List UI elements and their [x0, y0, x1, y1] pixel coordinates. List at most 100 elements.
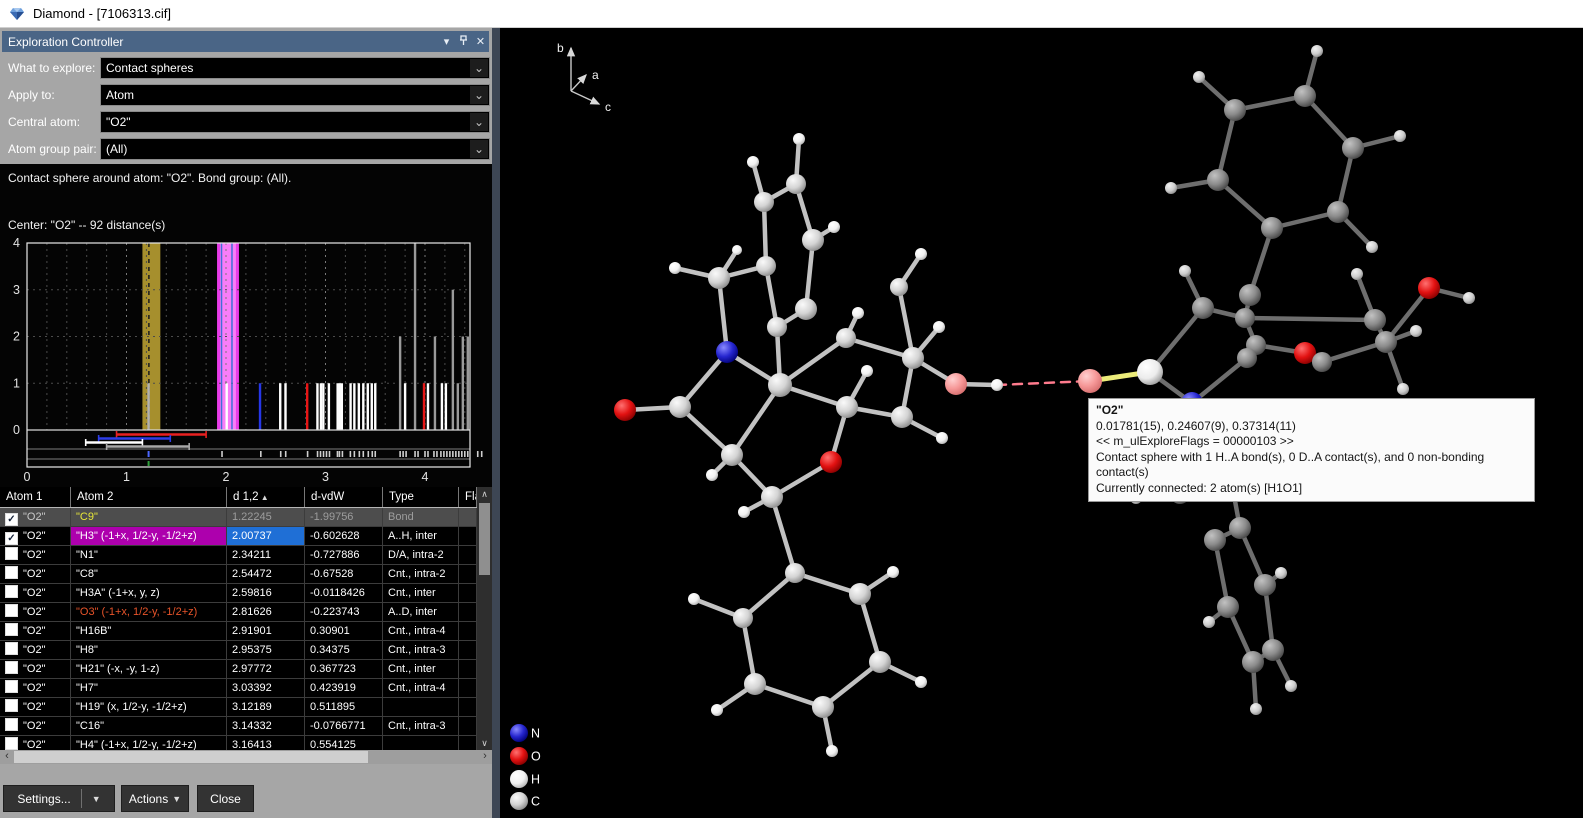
actions-button[interactable]: Actions ▼: [121, 785, 189, 812]
atom-h12: [991, 379, 1003, 391]
scroll-up-icon[interactable]: ∧: [477, 487, 492, 501]
atom-group-pair-select[interactable]: (All) ⌄: [100, 138, 490, 160]
row-checkbox[interactable]: [5, 642, 18, 655]
atom-h7: [738, 506, 750, 518]
scroll-left-icon[interactable]: ‹: [0, 750, 14, 764]
atom-b5: [1262, 639, 1284, 661]
d-vdw-cell: -0.602628: [305, 527, 383, 546]
distance-cell: 3.03392: [227, 679, 305, 698]
window-title: Diamond - [7106313.cif]: [33, 6, 171, 21]
d-vdw-cell: 0.30901: [305, 622, 383, 641]
scroll-down-icon[interactable]: ∨: [477, 736, 492, 750]
table-row[interactable]: "O2""H8"2.953750.34375Cnt., intra-3: [0, 641, 492, 660]
table-row[interactable]: "O2""H4" (-1+x, 1/2-y, -1/2+z)3.164130.5…: [0, 736, 492, 750]
flags-cell: [459, 527, 477, 546]
table-horizontal-scrollbar[interactable]: ‹ ›: [0, 750, 492, 764]
atom-m8: [1375, 331, 1397, 353]
column-header-type[interactable]: Type: [383, 487, 459, 507]
element-legend: NOHC: [510, 724, 541, 810]
table-row[interactable]: ✓"O2""H3" (-1+x, 1/2-y, -1/2+z)2.00737-0…: [0, 527, 492, 546]
svg-text:4: 4: [13, 236, 20, 250]
contact-sphere-status: Contact sphere around atom: "O2". Bond g…: [8, 171, 291, 185]
column-header-atom-2[interactable]: Atom 2: [71, 487, 227, 507]
column-header-fla[interactable]: Fla: [459, 487, 477, 507]
row-checkbox-checked[interactable]: ✓: [5, 513, 18, 526]
chevron-down-icon[interactable]: ⌄: [470, 59, 488, 77]
settings-label: Settings...: [17, 792, 70, 806]
table-row[interactable]: "O2""H19" (x, 1/2-y, -1/2+z)3.121890.511…: [0, 698, 492, 717]
row-checkbox-checked[interactable]: ✓: [5, 532, 18, 545]
table-row[interactable]: "O2""H16B"2.919010.30901Cnt., intra-4: [0, 622, 492, 641]
atom-c1: [768, 373, 792, 397]
atom1-cell: "O2": [23, 625, 45, 637]
close-icon[interactable]: ✕: [472, 35, 489, 48]
panel-splitter[interactable]: [492, 28, 500, 818]
panel-menu-icon[interactable]: ▾: [438, 35, 455, 48]
flags-cell: [459, 584, 477, 603]
column-header-atom-1[interactable]: Atom 1: [0, 487, 71, 507]
d-vdw-cell: 0.34375: [305, 641, 383, 660]
atom-a6: [767, 317, 787, 337]
tooltip-line: "O2": [1096, 403, 1527, 419]
diamond-window: Diamond - [7106313.cif] bac NOHC "O2"0.0…: [0, 0, 1583, 818]
chevron-down-icon[interactable]: ⌄: [470, 86, 488, 104]
column-header-d-vdw[interactable]: d-vdW: [305, 487, 383, 507]
close-button[interactable]: Close: [197, 785, 254, 812]
table-row[interactable]: "O2""H3A" (-1+x, y, z)2.59816-0.0118426C…: [0, 584, 492, 603]
axis-c-arrow: [571, 91, 599, 104]
row-checkbox[interactable]: [5, 623, 18, 636]
table-header-row[interactable]: Atom 1Atom 2d 1,2 ▲d-vdWTypeFla: [0, 487, 492, 508]
table-row[interactable]: "O2""C8"2.54472-0.67528Cnt., intra-2: [0, 565, 492, 584]
table-row[interactable]: "O2""H7"3.033920.423919Cnt., intra-4: [0, 679, 492, 698]
row-checkbox[interactable]: [5, 699, 18, 712]
flags-cell: [459, 660, 477, 679]
apply-to-select[interactable]: Atom ⌄: [100, 84, 490, 106]
chevron-down-icon[interactable]: ▼: [92, 794, 101, 804]
table-row[interactable]: "O2""O3" (-1+x, 1/2-y, -1/2+z)2.81626-0.…: [0, 603, 492, 622]
d-vdw-cell: 0.554125: [305, 736, 383, 750]
svg-text:1: 1: [123, 470, 130, 484]
table-row[interactable]: "O2""H21" (-x, -y, 1-z)2.977720.367723Cn…: [0, 660, 492, 679]
svg-text:3: 3: [13, 283, 20, 297]
row-checkbox[interactable]: [5, 604, 18, 617]
distance-cell: 2.95375: [227, 641, 305, 660]
row-checkbox[interactable]: [5, 737, 18, 750]
axis-a-arrow: [571, 75, 586, 91]
atom1-cell: "O2": [23, 644, 45, 656]
close-label: Close: [210, 792, 241, 806]
chevron-down-icon[interactable]: ⌄: [470, 113, 488, 131]
table-row[interactable]: ✓"O2""C9"1.22245-1.99756Bond: [0, 508, 492, 527]
atom-h11: [933, 321, 945, 333]
chevron-down-icon[interactable]: ⌄: [470, 140, 488, 158]
atom-h13: [915, 248, 927, 260]
atom1-cell: "O2": [23, 568, 45, 580]
svg-text:2: 2: [223, 470, 230, 484]
column-header-d-1-2[interactable]: d 1,2 ▲: [227, 487, 305, 507]
what-to-explore-select[interactable]: Contact spheres ⌄: [100, 57, 490, 79]
pin-icon[interactable]: [455, 35, 472, 49]
row-checkbox[interactable]: [5, 566, 18, 579]
tooltip-line: Contact sphere with 1 H..A bond(s), 0 D.…: [1096, 450, 1527, 481]
scroll-right-icon[interactable]: ›: [478, 750, 492, 764]
row-checkbox[interactable]: [5, 718, 18, 731]
table-row[interactable]: "O2""N1"2.34211-0.727886D/A, intra-2: [0, 546, 492, 565]
atom-h1: [793, 133, 805, 145]
atom-c3: [761, 486, 783, 508]
distance-cell: 2.97772: [227, 660, 305, 679]
distance-histogram[interactable]: 0123401234: [0, 164, 492, 487]
row-checkbox[interactable]: [5, 661, 18, 674]
row-checkbox[interactable]: [5, 680, 18, 693]
type-cell: Cnt., intra-3: [383, 717, 459, 736]
atom-a5: [795, 298, 817, 320]
row-checkbox[interactable]: [5, 585, 18, 598]
table-vertical-scrollbar[interactable]: ∧ ∨: [477, 487, 492, 750]
settings-button[interactable]: Settings... ▼: [3, 785, 115, 812]
panel-title: Exploration Controller: [8, 35, 123, 49]
horizontal-scroll-thumb[interactable]: [14, 751, 368, 763]
table-row[interactable]: "O2""C16"3.14332-0.0766771Cnt., intra-3: [0, 717, 492, 736]
atom-p6: [733, 608, 753, 628]
vertical-scroll-thumb[interactable]: [479, 503, 490, 575]
field-apply-to: Apply to: Atom ⌄: [0, 84, 492, 107]
central-atom-select[interactable]: "O2" ⌄: [100, 111, 490, 133]
row-checkbox[interactable]: [5, 547, 18, 560]
